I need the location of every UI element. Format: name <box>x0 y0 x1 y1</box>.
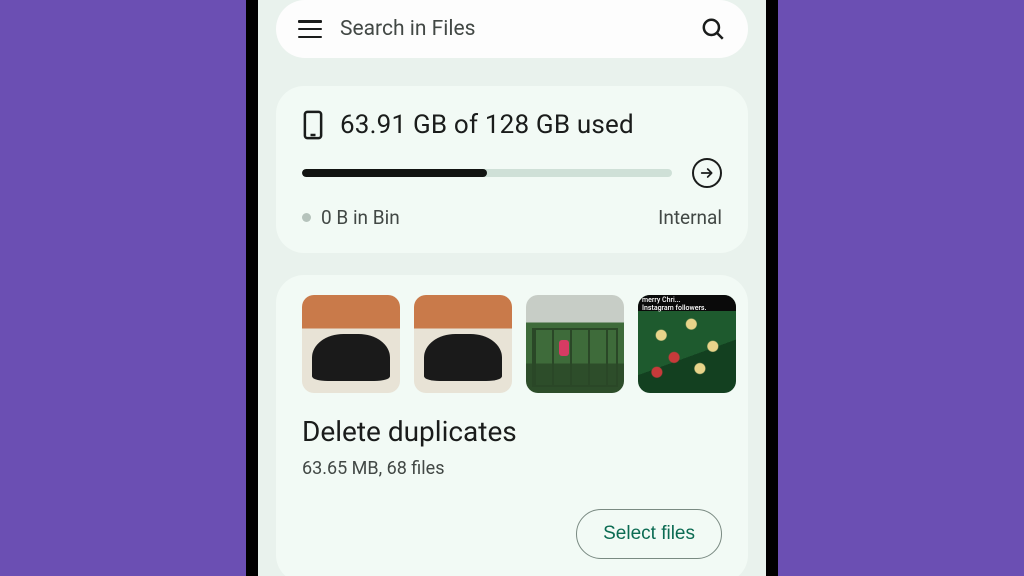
storage-location: Internal <box>658 206 722 229</box>
storage-summary: 63.91 GB of 128 GB used <box>340 110 634 140</box>
storage-details-button[interactable] <box>692 158 722 188</box>
storage-progress <box>302 169 672 177</box>
search-bar[interactable]: Search in Files <box>276 0 748 58</box>
phone-frame: Search in Files 63.91 GB of 128 GB used <box>246 0 778 576</box>
bin-text: 0 B in Bin <box>321 206 400 229</box>
dot-icon <box>302 213 311 222</box>
thumbnail-overlay-text: merry Chri... Instagram followers. <box>642 296 706 312</box>
thumbnail[interactable] <box>526 295 624 393</box>
bin-info: 0 B in Bin <box>302 206 400 229</box>
menu-icon[interactable] <box>298 20 322 38</box>
thumbnail[interactable] <box>414 295 512 393</box>
thumbnail-row: merry Chri... Instagram followers. <box>302 295 722 393</box>
app-screen: Search in Files 63.91 GB of 128 GB used <box>258 0 766 576</box>
duplicates-subtitle: 63.65 MB, 68 files <box>302 458 722 479</box>
search-icon[interactable] <box>700 16 726 42</box>
duplicates-card: merry Chri... Instagram followers. Delet… <box>276 275 748 576</box>
phone-icon <box>302 110 324 140</box>
duplicates-title: Delete duplicates <box>302 415 722 448</box>
thumbnail[interactable]: merry Chri... Instagram followers. <box>638 295 736 393</box>
select-files-button[interactable]: Select files <box>576 509 722 559</box>
thumbnail[interactable] <box>302 295 400 393</box>
storage-card: 63.91 GB of 128 GB used 0 B in Bin <box>276 86 748 253</box>
storage-progress-fill <box>302 169 487 177</box>
search-input[interactable]: Search in Files <box>340 17 682 41</box>
